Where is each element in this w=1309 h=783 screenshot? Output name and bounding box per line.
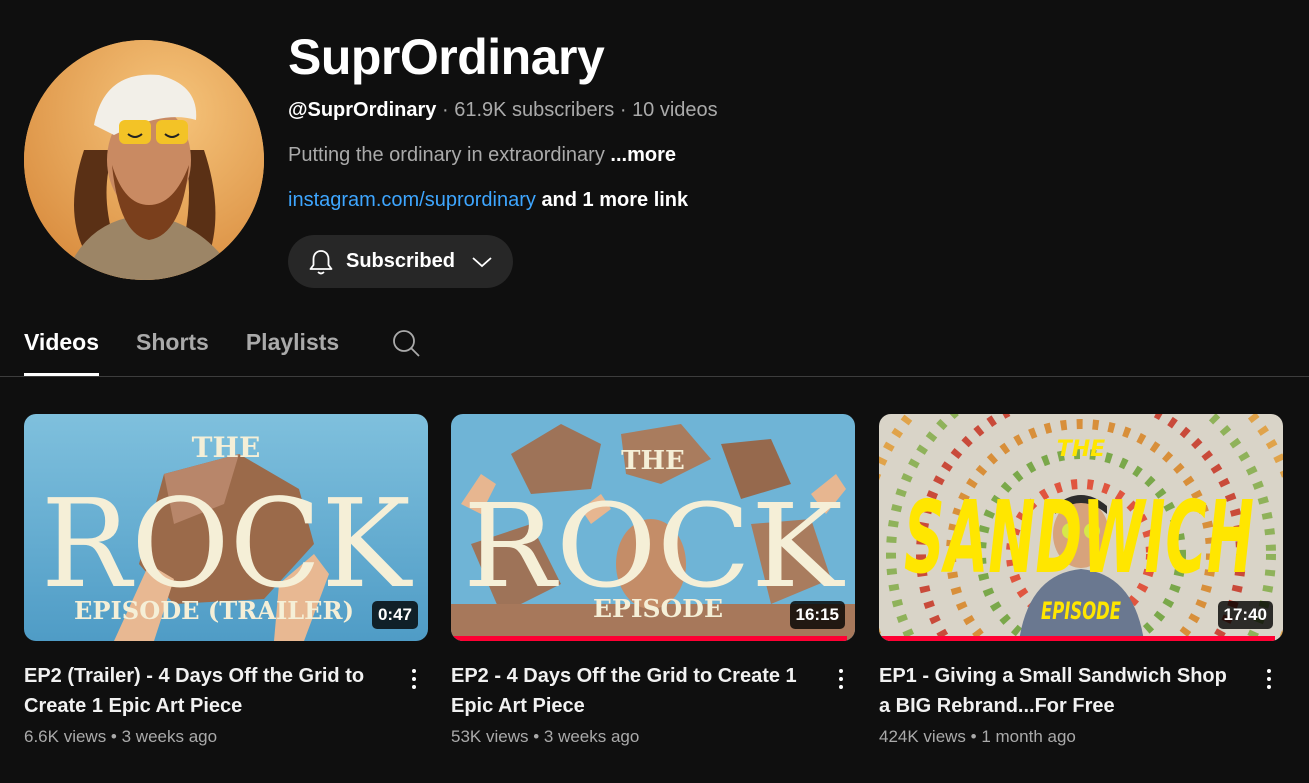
tab-videos[interactable]: Videos — [24, 324, 99, 376]
upload-age: 3 weeks ago — [121, 727, 218, 746]
channel-tabs: Videos Shorts Playlists — [24, 324, 421, 376]
bell-icon — [309, 249, 333, 274]
video-thumbnail[interactable]: THE ROCK EPISODE (TRAILER) 0:47 — [24, 414, 428, 641]
description-more-button[interactable]: ...more — [610, 144, 676, 166]
channel-search-button[interactable] — [391, 324, 421, 376]
thumb-text-top: THE — [192, 431, 261, 464]
tab-playlists[interactable]: Playlists — [246, 324, 339, 376]
meta-separator: · — [436, 99, 455, 121]
video-title[interactable]: EP2 - 4 Days Off the Grid to Create 1 Ep… — [451, 661, 855, 721]
video-stats: 6.6K views • 3 weeks ago — [24, 727, 428, 747]
upload-age: 1 month ago — [981, 727, 1076, 746]
thumb-text-bottom: EPISODE — [593, 594, 723, 623]
video-card[interactable]: THE ROCK EPISODE 16:15 EP2 - 4 Days Off … — [451, 414, 855, 747]
subscribed-button[interactable]: Subscribed — [288, 235, 513, 288]
watch-progress-bar — [879, 636, 1275, 641]
video-title[interactable]: EP1 - Giving a Small Sandwich Shop a BIG… — [879, 661, 1283, 721]
video-stats: 53K views • 3 weeks ago — [451, 727, 855, 747]
channel-description[interactable]: Putting the ordinary in extraordinary ..… — [288, 144, 676, 167]
video-card[interactable]: THE ROCK EPISODE (TRAILER) 0:47 EP2 (Tra… — [24, 414, 428, 747]
thumb-text-top: THE — [621, 446, 685, 476]
thumb-text-bottom: EPISODE (TRAILER) — [74, 596, 354, 625]
upload-age: 3 weeks ago — [543, 727, 640, 746]
view-count: 6.6K views — [24, 727, 107, 746]
more-links-button[interactable]: and 1 more link — [541, 189, 688, 211]
view-count: 424K views — [879, 727, 966, 746]
thumb-text-bottom: EPISODE — [1041, 597, 1121, 625]
stats-separator: • — [528, 727, 544, 746]
chevron-down-icon — [472, 256, 492, 267]
instagram-link[interactable]: instagram.com/suprordinary — [288, 189, 536, 211]
thumb-text-main: SANDWICH — [904, 479, 1254, 596]
channel-name: SuprOrdinary — [288, 29, 605, 85]
video-title[interactable]: EP2 (Trailer) - 4 Days Off the Grid to C… — [24, 661, 428, 721]
channel-links: instagram.com/suprordinary and 1 more li… — [288, 189, 688, 212]
tabs-divider — [0, 376, 1309, 377]
video-thumbnail[interactable]: THE ROCK EPISODE 16:15 — [451, 414, 855, 641]
channel-handle: @SuprOrdinary — [288, 99, 437, 121]
view-count: 53K views — [451, 727, 529, 746]
video-thumbnail[interactable]: THE SANDWICH EPISODE 17:40 — [879, 414, 1283, 641]
description-text: Putting the ordinary in extraordinary — [288, 144, 605, 166]
duration-badge: 16:15 — [789, 601, 845, 629]
more-options-icon[interactable] — [831, 664, 851, 694]
tab-shorts[interactable]: Shorts — [136, 324, 209, 376]
stats-separator: • — [965, 727, 982, 746]
video-card[interactable]: THE SANDWICH EPISODE 17:40 EP1 - Giving … — [879, 414, 1283, 747]
thumb-text-top: THE — [1057, 437, 1105, 462]
search-icon — [393, 330, 420, 357]
thumb-text-main: ROCK — [41, 473, 413, 615]
duration-badge: 0:47 — [371, 601, 418, 629]
watch-progress-bar — [451, 636, 847, 641]
meta-separator: · — [614, 99, 633, 121]
more-options-icon[interactable] — [404, 664, 424, 694]
video-count: 10 videos — [632, 99, 718, 121]
duration-badge: 17:40 — [1217, 601, 1273, 629]
subscriber-count: 61.9K subscribers — [454, 99, 615, 121]
subscribed-label: Subscribed — [346, 250, 455, 272]
channel-meta: @SuprOrdinary · 61.9K subscribers · 10 v… — [288, 99, 718, 122]
video-stats: 424K views • 1 month ago — [879, 727, 1283, 747]
more-options-icon[interactable] — [1259, 664, 1279, 694]
stats-separator: • — [106, 727, 122, 746]
channel-avatar[interactable] — [24, 40, 264, 280]
